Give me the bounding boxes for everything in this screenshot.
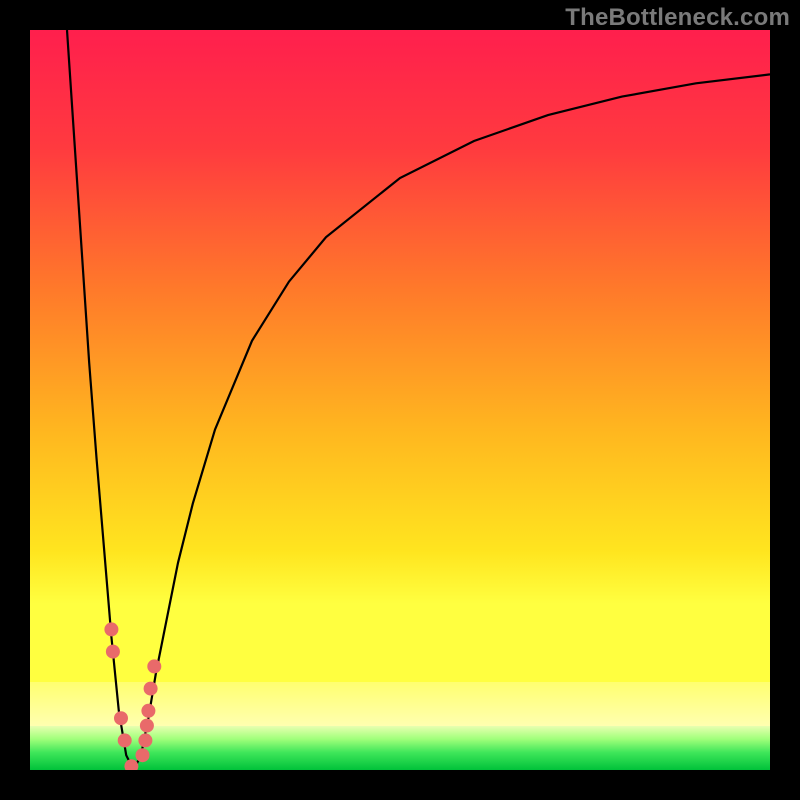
plot-area [30, 30, 770, 770]
benchmark-dot [140, 719, 154, 733]
chart-frame: TheBottleneck.com [0, 0, 800, 800]
benchmark-dot [147, 659, 161, 673]
benchmark-dot [144, 682, 158, 696]
benchmark-dot [118, 733, 132, 747]
benchmark-dot [114, 711, 128, 725]
benchmark-dot [136, 748, 150, 762]
gradient-pale-band [30, 682, 770, 726]
watermark-text: TheBottleneck.com [565, 4, 790, 32]
chart-svg [30, 30, 770, 770]
benchmark-dot [141, 704, 155, 718]
gradient-hot-zone [30, 30, 770, 682]
benchmark-dot [106, 645, 120, 659]
benchmark-dot [104, 622, 118, 636]
gradient-green-band [30, 726, 770, 770]
benchmark-dot [138, 733, 152, 747]
